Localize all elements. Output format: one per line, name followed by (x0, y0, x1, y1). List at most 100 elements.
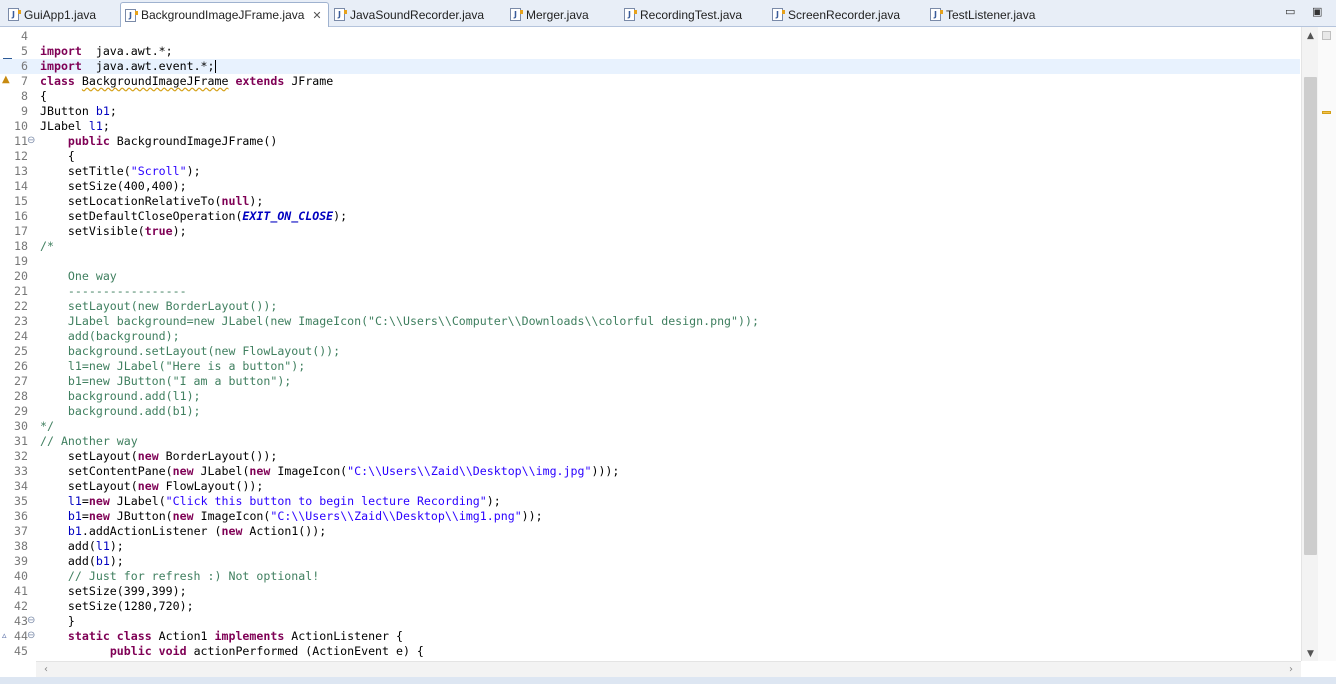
code-line[interactable]: 27 b1=new JButton("I am a button"); (0, 374, 1300, 389)
code-text: setLayout(new BorderLayout()); (40, 299, 278, 313)
code-line[interactable]: 10 JLabel l1; (0, 119, 1300, 134)
tab-backgroundimagejframe[interactable]: J BackgroundImageJFrame.java ✕ (120, 2, 329, 27)
horizontal-scrollbar[interactable]: ‹ › (36, 661, 1301, 677)
code-line[interactable]: 26 l1=new JLabel("Here is a button"); (0, 359, 1300, 374)
line-number: 43 (14, 614, 28, 628)
line-number: 23 (14, 314, 28, 328)
code-line[interactable]: 25 background.setLayout(new FlowLayout()… (0, 344, 1300, 359)
code-line[interactable]: 37 b1.addActionListener (new Action1()); (0, 524, 1300, 539)
minimize-icon[interactable]: ▭ (1285, 5, 1295, 18)
code-line[interactable]: 21 ----------------- (0, 284, 1300, 299)
code-line[interactable]: 11 public BackgroundImageJFrame() (0, 134, 1300, 149)
code-line[interactable]: 6 import java.awt.event.*; (0, 59, 1300, 74)
line-number: 15 (14, 194, 28, 208)
code-line[interactable]: 4 (0, 29, 1300, 44)
code-text: setVisible(true); (40, 224, 187, 238)
line-number: 39 (14, 554, 28, 568)
tab-label: Merger.java (526, 7, 589, 22)
code-line[interactable]: 8{ (0, 89, 1300, 104)
scroll-down-icon[interactable]: ▼ (1302, 647, 1319, 661)
tab-screenrecorder[interactable]: J ScreenRecorder.java (768, 3, 906, 26)
code-line[interactable]: 38 add(l1); (0, 539, 1300, 554)
code-line[interactable]: 43 } (0, 614, 1300, 629)
code-line[interactable]: 28 background.add(l1); (0, 389, 1300, 404)
line-number: 30 (14, 419, 28, 433)
warning-marker[interactable] (1322, 111, 1331, 114)
code-line[interactable]: 34 setLayout(new FlowLayout()); (0, 479, 1300, 494)
code-text: b1=new JButton("I am a button"); (40, 374, 292, 388)
code-text: JLabel l1; (40, 119, 110, 133)
code-text: ----------------- (40, 284, 187, 298)
line-number: 14 (14, 179, 28, 193)
code-line[interactable]: 24 add(background); (0, 329, 1300, 344)
code-line[interactable]: 14 setSize(400,400); (0, 179, 1300, 194)
java-file-icon: J (772, 8, 785, 21)
code-text: add(b1); (40, 554, 124, 568)
code-line[interactable]: 44 static class Action1 implements Actio… (0, 629, 1300, 644)
line-number: 27 (14, 374, 28, 388)
scroll-right-icon[interactable]: › (1283, 662, 1299, 678)
close-icon[interactable]: ✕ (312, 9, 321, 22)
line-number: 19 (14, 254, 28, 268)
code-text: setDefaultCloseOperation(EXIT_ON_CLOSE); (40, 209, 348, 223)
scrollbar-thumb[interactable] (1304, 77, 1317, 555)
code-line[interactable]: 30 */ (0, 419, 1300, 434)
code-text: setSize(400,400); (40, 179, 187, 193)
code-line[interactable]: 35 l1=new JLabel("Click this button to b… (0, 494, 1300, 509)
line-number: 9 (21, 104, 28, 118)
code-line[interactable]: 19 (0, 254, 1300, 269)
code-line[interactable]: 9 JButton b1; (0, 104, 1300, 119)
tab-testlistener[interactable]: J TestListener.java (926, 3, 1041, 26)
code-text: } (40, 614, 75, 628)
java-file-icon: J (930, 8, 943, 21)
code-line[interactable]: 12 { (0, 149, 1300, 164)
line-number: 45 (14, 644, 28, 658)
code-editor[interactable]: ▲ ⊖ ⊖ ▵ ⊖ 4 5 import java.awt.*; 6 import ja… (0, 27, 1336, 684)
code-line[interactable]: 41 setSize(399,399); (0, 584, 1300, 599)
maximize-icon[interactable]: ▣ (1312, 5, 1322, 18)
code-line[interactable]: 23 JLabel background=new JLabel(new Imag… (0, 314, 1300, 329)
tab-guiapp1[interactable]: J GuiApp1.java (4, 3, 102, 26)
tab-merger[interactable]: J Merger.java (506, 3, 595, 26)
line-number: 44 (14, 629, 28, 643)
code-line[interactable]: 33 setContentPane(new JLabel(new ImageIc… (0, 464, 1300, 479)
java-file-icon: J (8, 8, 21, 21)
code-line[interactable]: 45 public void actionPerformed (ActionEv… (0, 644, 1300, 659)
scroll-left-icon[interactable]: ‹ (38, 662, 54, 678)
code-line[interactable]: 5 import java.awt.*; (0, 44, 1300, 59)
code-text: l1=new JLabel("Click this button to begi… (67, 494, 501, 508)
line-number: 16 (14, 209, 28, 223)
code-line[interactable]: 36 b1=new JButton(new ImageIcon("C:\\Use… (0, 509, 1300, 524)
code-line[interactable]: 22 setLayout(new BorderLayout()); (0, 299, 1300, 314)
java-file-icon: J (125, 8, 138, 22)
tab-recordingtest[interactable]: J RecordingTest.java (620, 3, 748, 26)
code-line[interactable]: 13 setTitle("Scroll"); (0, 164, 1300, 179)
code-text: static class Action1 implements ActionLi… (67, 629, 403, 643)
code-line[interactable]: 40 // Just for refresh :) Not optional! (0, 569, 1300, 584)
code-line[interactable]: 42 setSize(1280,720); (0, 599, 1300, 614)
line-number: 36 (14, 509, 28, 523)
overview-status-icon (1322, 31, 1331, 40)
editor-tab-bar: J GuiApp1.java J BackgroundImageJFrame.j… (0, 0, 1336, 27)
tab-javasoundrecorder[interactable]: J JavaSoundRecorder.java (330, 3, 490, 26)
code-line[interactable]: 16 setDefaultCloseOperation(EXIT_ON_CLOS… (0, 209, 1300, 224)
line-number: 22 (14, 299, 28, 313)
code-line[interactable]: 18 /* (0, 239, 1300, 254)
code-line[interactable]: 7 class BackgroundImageJFrame extends JFr… (0, 74, 1300, 89)
code-text: JLabel background=new JLabel(new ImageIc… (40, 314, 759, 328)
line-number: 13 (14, 164, 28, 178)
code-line[interactable]: 29 background.add(b1); (0, 404, 1300, 419)
code-text: setContentPane(new JLabel(new ImageIcon(… (40, 464, 620, 478)
line-number: 24 (14, 329, 28, 343)
code-line[interactable]: 32 setLayout(new BorderLayout()); (0, 449, 1300, 464)
scroll-up-icon[interactable]: ▲ (1302, 29, 1319, 43)
code-line[interactable]: 39 add(b1); (0, 554, 1300, 569)
text-caret (214, 60, 216, 73)
tab-label: JavaSoundRecorder.java (350, 7, 485, 22)
code-line[interactable]: 31 // Another way (0, 434, 1300, 449)
code-line[interactable]: 15 setLocationRelativeTo(null); (0, 194, 1300, 209)
code-line[interactable]: 20 One way (0, 269, 1300, 284)
tab-label: GuiApp1.java (24, 7, 97, 22)
vertical-scrollbar[interactable]: ▲ ▼ (1301, 27, 1318, 661)
code-line[interactable]: 17 setVisible(true); (0, 224, 1300, 239)
